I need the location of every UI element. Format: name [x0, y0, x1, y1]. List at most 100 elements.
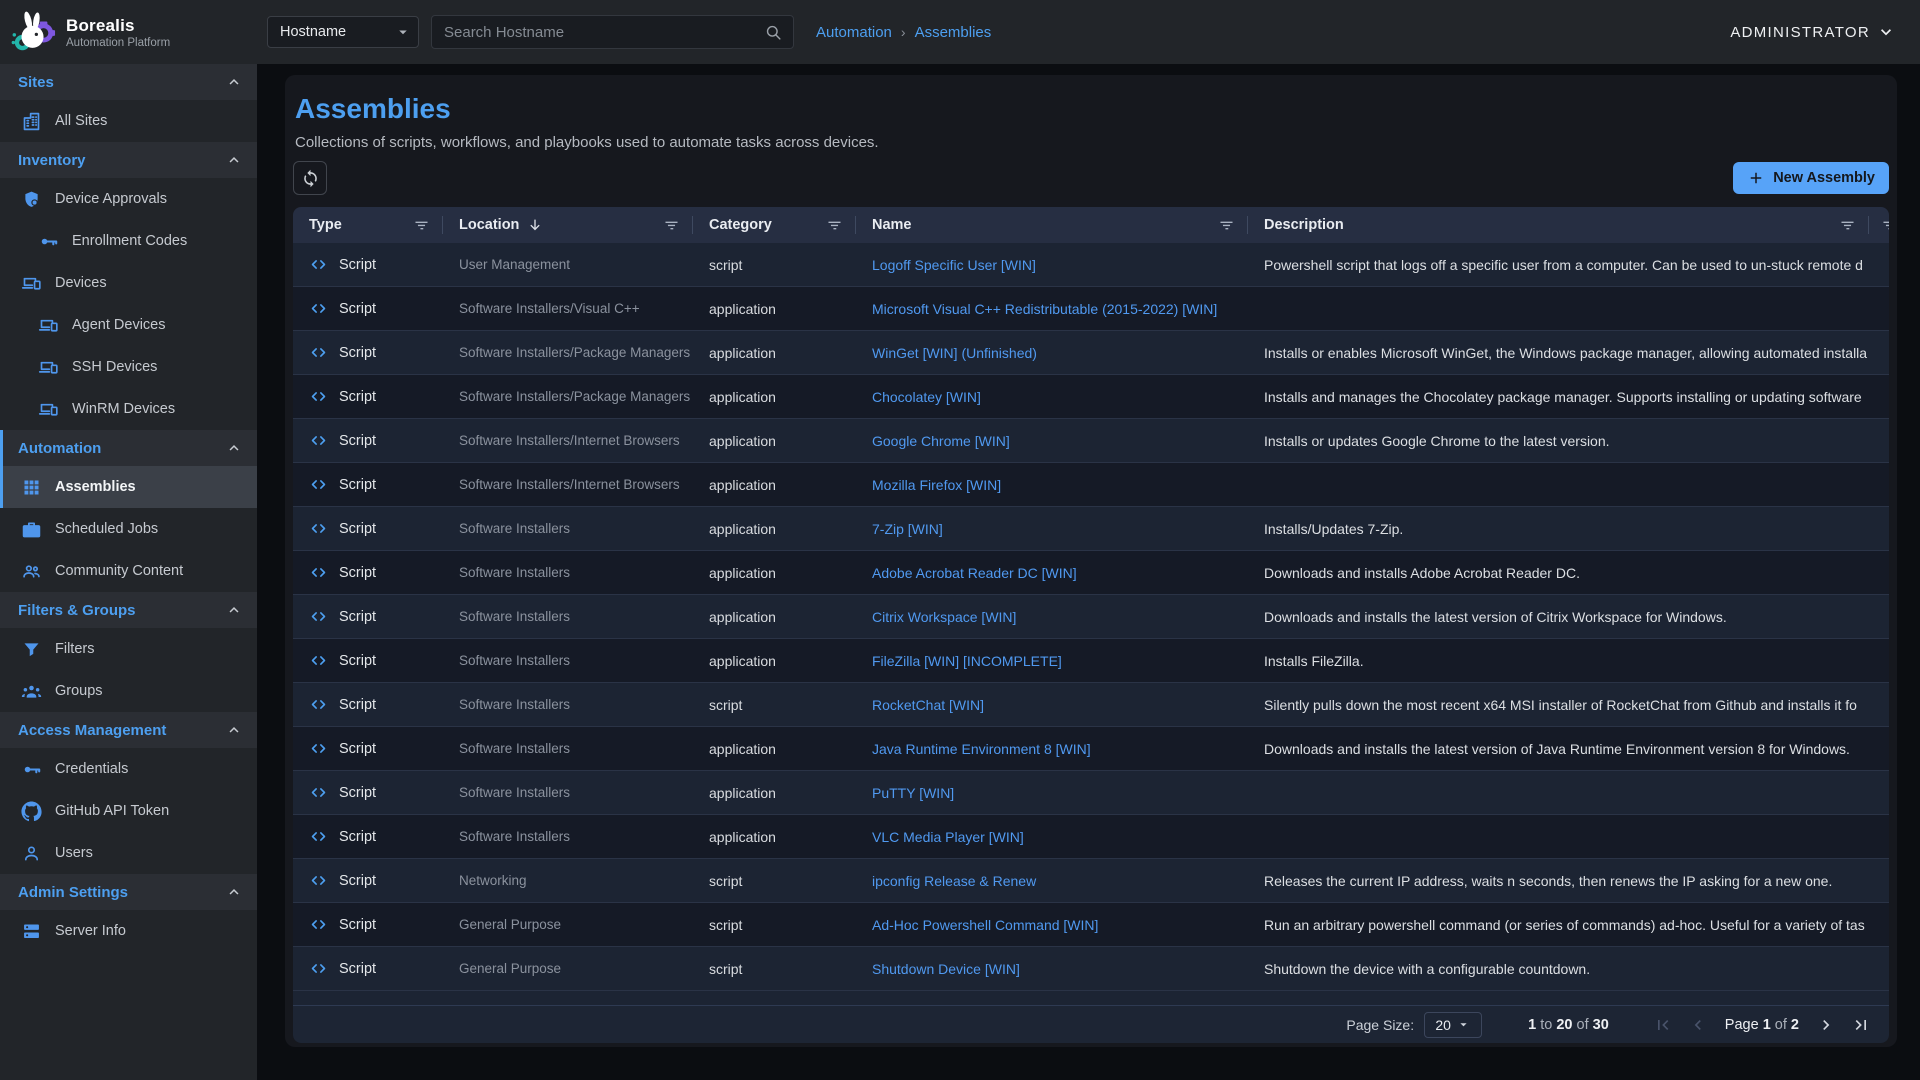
sidebar-item-ssh-devices[interactable]: SSH Devices	[0, 346, 257, 388]
code-icon	[309, 783, 328, 802]
column-label: Type	[309, 217, 342, 233]
table-row[interactable]: ScriptSoftware InstallersapplicationAdob…	[293, 551, 1889, 595]
assembly-link[interactable]: WinGet [WIN] (Unfinished)	[872, 345, 1037, 361]
sidebar-item-device-approvals[interactable]: Device Approvals	[0, 178, 257, 220]
table-row[interactable]: ScriptUser ManagementscriptLogoff Specif…	[293, 243, 1889, 287]
sidebar-item-scheduled-jobs[interactable]: Scheduled Jobs	[0, 508, 257, 550]
sidebar-item-winrm-devices[interactable]: WinRM Devices	[0, 388, 257, 430]
assembly-link[interactable]: Google Chrome [WIN]	[872, 433, 1010, 449]
next-page-icon[interactable]	[1816, 1015, 1836, 1035]
user-menu[interactable]: ADMINISTRATOR	[1730, 22, 1896, 42]
sidebar-item-users[interactable]: Users	[0, 832, 257, 874]
sidebar-item-all-sites[interactable]: All Sites	[0, 100, 257, 142]
page-size-select[interactable]: 20	[1424, 1012, 1482, 1038]
table-row[interactable]: ScriptSoftware InstallersapplicationCitr…	[293, 595, 1889, 639]
cell-description: Silently pulls down the most recent x64 …	[1248, 683, 1889, 726]
assembly-link[interactable]: ipconfig Release & Renew	[872, 873, 1036, 889]
assembly-link[interactable]: FileZilla [WIN] [INCOMPLETE]	[872, 653, 1062, 669]
column-header-category[interactable]: Category	[693, 207, 856, 243]
sidebar-item-filters[interactable]: Filters	[0, 628, 257, 670]
first-page-icon[interactable]	[1653, 1015, 1673, 1035]
new-assembly-button[interactable]: New Assembly	[1733, 162, 1889, 194]
assembly-link[interactable]: RocketChat [WIN]	[872, 697, 984, 713]
cell-category: application	[693, 815, 856, 858]
column-header-location[interactable]: Location	[443, 207, 693, 243]
assembly-link[interactable]: Microsoft Visual C++ Redistributable (20…	[872, 301, 1217, 317]
assembly-link[interactable]: Mozilla Firefox [WIN]	[872, 477, 1001, 493]
cell-name: FileZilla [WIN] [INCOMPLETE]	[856, 639, 1248, 682]
column-header-description[interactable]: Description	[1248, 207, 1889, 243]
hostname-filter-select[interactable]: Hostname	[267, 16, 419, 48]
table-row[interactable]: ScriptNetworkingscriptipconfig Release &…	[293, 859, 1889, 903]
breadcrumb-assemblies[interactable]: Assemblies	[915, 24, 992, 41]
assembly-link[interactable]: Chocolatey [WIN]	[872, 389, 981, 405]
table-row[interactable]: ScriptSoftware InstallersscriptRocketCha…	[293, 683, 1889, 727]
table-row[interactable]: ScriptSoftware Installers/Visual C++appl…	[293, 287, 1889, 331]
table-row[interactable]: ScriptSoftware Installers/Internet Brows…	[293, 419, 1889, 463]
code-icon	[309, 387, 328, 406]
sidebar-section-sites[interactable]: Sites	[0, 64, 257, 100]
sidebar-item-enrollment-codes[interactable]: Enrollment Codes	[0, 220, 257, 262]
sidebar-section-access-management[interactable]: Access Management	[0, 712, 257, 748]
table-row[interactable]: ScriptGeneral PurposescriptShutdown Devi…	[293, 947, 1889, 991]
code-icon	[309, 255, 328, 274]
sidebar-item-credentials[interactable]: Credentials	[0, 748, 257, 790]
cell-category: application	[693, 463, 856, 506]
chevron-up-icon	[225, 73, 243, 91]
assembly-link[interactable]: VLC Media Player [WIN]	[872, 829, 1024, 845]
column-label: Category	[709, 217, 772, 233]
sidebar-item-label: Assemblies	[55, 479, 136, 495]
table-row[interactable]: ScriptSoftware Installers/Package Manage…	[293, 331, 1889, 375]
sidebar-item-label: Device Approvals	[55, 191, 167, 207]
devices-icon	[21, 273, 42, 294]
table-row[interactable]: ScriptSoftware Installers/Package Manage…	[293, 375, 1889, 419]
sidebar-section-automation[interactable]: Automation	[0, 430, 257, 466]
cell-name: ipconfig Release & Renew	[856, 859, 1248, 902]
table-row[interactable]: ScriptSoftware InstallersapplicationJava…	[293, 727, 1889, 771]
sidebar-item-github-api-token[interactable]: GitHub API Token	[0, 790, 257, 832]
cell-name: Ad-Hoc Powershell Command [WIN]	[856, 903, 1248, 946]
chevron-up-icon	[225, 721, 243, 739]
filter-list-icon	[413, 217, 430, 234]
sidebar-item-community-content[interactable]: Community Content	[0, 550, 257, 592]
table-row[interactable]: ScriptSoftware InstallersapplicationPuTT…	[293, 771, 1889, 815]
page-description: Collections of scripts, workflows, and p…	[295, 134, 1889, 151]
sidebar-section-admin-settings[interactable]: Admin Settings	[0, 874, 257, 910]
table-row[interactable]: ScriptSoftware Installers/Internet Brows…	[293, 463, 1889, 507]
plus-icon	[1747, 169, 1765, 187]
sidebar-item-assemblies[interactable]: Assemblies	[0, 466, 257, 508]
sidebar-section-filters-groups[interactable]: Filters & Groups	[0, 592, 257, 628]
assembly-link[interactable]: Adobe Acrobat Reader DC [WIN]	[872, 565, 1077, 581]
column-header-name[interactable]: Name	[856, 207, 1248, 243]
section-label: Sites	[18, 74, 54, 91]
cell-name: Adobe Acrobat Reader DC [WIN]	[856, 551, 1248, 594]
sidebar-item-groups[interactable]: Groups	[0, 670, 257, 712]
sidebar-item-server-info[interactable]: Server Info	[0, 910, 257, 952]
previous-page-icon[interactable]	[1688, 1015, 1708, 1035]
breadcrumb-automation[interactable]: Automation	[816, 24, 892, 41]
table-row[interactable]: ScriptSoftware Installersapplication7-Zi…	[293, 507, 1889, 551]
sidebar-item-agent-devices[interactable]: Agent Devices	[0, 304, 257, 346]
filter-list-icon	[826, 217, 843, 234]
refresh-button[interactable]	[293, 161, 327, 195]
column-header-type[interactable]: Type	[293, 207, 443, 243]
sidebar-section-inventory[interactable]: Inventory	[0, 142, 257, 178]
search-input[interactable]	[444, 24, 764, 41]
assembly-link[interactable]: Java Runtime Environment 8 [WIN]	[872, 741, 1091, 757]
briefcase-icon	[21, 519, 42, 540]
assembly-link[interactable]: PuTTY [WIN]	[872, 785, 954, 801]
assembly-link[interactable]: Logoff Specific User [WIN]	[872, 257, 1036, 273]
assembly-link[interactable]: 7-Zip [WIN]	[872, 521, 943, 537]
table-row[interactable]: ScriptSoftware InstallersapplicationFile…	[293, 639, 1889, 683]
assembly-link[interactable]: Ad-Hoc Powershell Command [WIN]	[872, 917, 1098, 933]
cell-location: Software Installers	[443, 771, 693, 814]
assembly-link[interactable]: Shutdown Device [WIN]	[872, 961, 1020, 977]
assembly-link[interactable]: Citrix Workspace [WIN]	[872, 609, 1016, 625]
filter-list-icon	[663, 217, 680, 234]
table-row[interactable]: ScriptGeneral PurposescriptAd-Hoc Powers…	[293, 903, 1889, 947]
last-page-icon[interactable]	[1851, 1015, 1871, 1035]
shield-icon	[21, 189, 42, 210]
assemblies-table: Type Location Category NameDescription Scri…	[293, 207, 1889, 1043]
sidebar-item-devices[interactable]: Devices	[0, 262, 257, 304]
table-row[interactable]: ScriptSoftware InstallersapplicationVLC …	[293, 815, 1889, 859]
